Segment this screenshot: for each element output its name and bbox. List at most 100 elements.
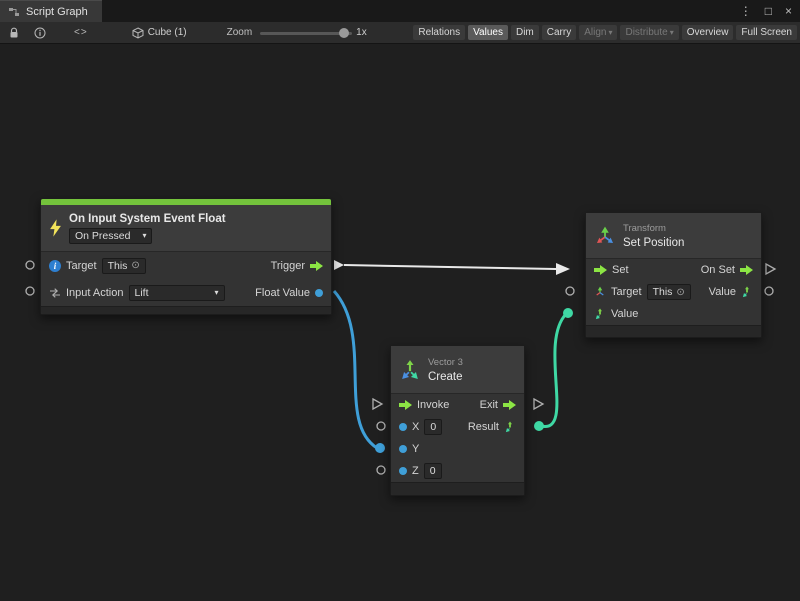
port-row-x-result: X 0 Result	[391, 416, 524, 438]
object-picker-icon: ⊙	[131, 260, 139, 271]
toolbar-button-distribute[interactable]: Distribute ▾	[620, 25, 678, 40]
z-value: 0	[430, 465, 436, 477]
close-icon[interactable]: ×	[785, 4, 792, 18]
event-mode-value: On Pressed	[75, 230, 130, 242]
z-port-dot[interactable]	[399, 467, 407, 475]
node-footer	[586, 325, 761, 337]
input-action-label: Input Action	[66, 287, 124, 299]
vector-value-icon[interactable]	[741, 286, 753, 298]
z-value-box[interactable]: 0	[424, 463, 442, 479]
maximize-icon[interactable]: □	[765, 4, 772, 18]
info-icon[interactable]	[34, 27, 46, 39]
node-header[interactable]: On Input System Event Float On Pressed ▾	[41, 205, 331, 252]
exec-arrow-icon[interactable]	[594, 265, 607, 275]
toolbar-button-values[interactable]: Values	[468, 25, 508, 40]
port-row-set-onset: Set On Set	[586, 259, 761, 281]
code-icon[interactable]: <>	[74, 27, 88, 38]
port-vector3-z-in[interactable]	[377, 466, 385, 474]
lock-icon[interactable]	[8, 27, 20, 39]
onset-label: On Set	[701, 264, 735, 276]
float-value-port-dot[interactable]	[315, 289, 323, 297]
exec-arrow-icon[interactable]	[399, 400, 412, 410]
node-type-label: Vector 3	[428, 357, 463, 368]
exec-arrow-icon[interactable]	[310, 261, 323, 271]
chevron-down-icon: ▾	[142, 231, 146, 240]
graph-target[interactable]: Cube (1)	[132, 27, 187, 39]
exec-arrow-icon[interactable]	[740, 265, 753, 275]
toolbar-button-dim[interactable]: Dim	[511, 25, 539, 40]
target-value: This	[653, 286, 673, 298]
graph-target-label: Cube (1)	[148, 27, 187, 38]
vector-result-icon[interactable]	[504, 421, 516, 433]
toolbar-button-align[interactable]: Align ▾	[579, 25, 617, 40]
port-vector3-exit-out[interactable]	[534, 399, 543, 409]
object-info-icon: i	[49, 260, 61, 272]
graph-toolbar: <> Cube (1) Zoom 1x Relations Values Dim…	[0, 22, 800, 44]
y-port-dot[interactable]	[399, 445, 407, 453]
input-action-value: Lift	[135, 287, 149, 299]
node-type-label: Transform	[623, 223, 684, 234]
port-transform-target-in[interactable]	[566, 287, 574, 295]
event-mode-dropdown[interactable]: On Pressed ▾	[69, 228, 152, 244]
wire-floatvalue-to-y[interactable]	[334, 291, 377, 448]
port-row-z: Z 0	[391, 460, 524, 482]
port-event-trigger-out[interactable]	[334, 260, 344, 270]
x-value: 0	[430, 421, 436, 433]
tab-script-graph[interactable]: Script Graph	[0, 0, 102, 22]
toolbar-button-overview[interactable]: Overview	[682, 25, 734, 40]
exec-arrow-icon[interactable]	[503, 400, 516, 410]
title-bar: Script Graph ⋮ □ ×	[0, 0, 800, 22]
wire-trigger-to-set[interactable]	[344, 265, 556, 269]
port-row-value-in: Value	[586, 303, 761, 325]
node-header[interactable]: Vector 3 Create	[391, 346, 524, 394]
port-vector3-x-in[interactable]	[377, 422, 385, 430]
node-on-input-system-event-float[interactable]: On Input System Event Float On Pressed ▾…	[40, 198, 332, 315]
toolbar-button-fullscreen[interactable]: Full Screen	[736, 25, 797, 40]
toolbar-button-relations[interactable]: Relations	[413, 25, 465, 40]
port-transform-value-in[interactable]	[564, 309, 573, 318]
menu-icon[interactable]: ⋮	[740, 4, 752, 18]
zoom-slider-handle[interactable]	[339, 28, 349, 38]
port-row-invoke-exit: Invoke Exit	[391, 394, 524, 416]
chevron-down-icon: ▾	[608, 28, 612, 37]
wire-trigger-arrowhead	[556, 263, 570, 275]
window-controls: ⋮ □ ×	[740, 0, 800, 22]
node-header[interactable]: Transform Set Position	[586, 213, 761, 259]
value-in-label: Value	[611, 308, 638, 320]
graph-canvas[interactable]: On Input System Event Float On Pressed ▾…	[0, 44, 800, 601]
y-label: Y	[412, 443, 419, 455]
target-label: Target	[611, 286, 642, 298]
set-label: Set	[612, 264, 629, 276]
port-event-target-in[interactable]	[26, 261, 34, 269]
target-value-box[interactable]: This ⊙	[102, 258, 146, 274]
wire-result-to-value[interactable]	[541, 314, 566, 427]
toolbar-button-carry[interactable]: Carry	[542, 25, 576, 40]
transform-mini-icon	[594, 286, 606, 298]
zoom-slider[interactable]	[260, 26, 352, 40]
target-value-box[interactable]: This ⊙	[647, 284, 691, 300]
port-vector3-result-out[interactable]	[535, 422, 544, 431]
port-vector3-y-in[interactable]	[376, 444, 385, 453]
x-port-dot[interactable]	[399, 423, 407, 431]
x-label: X	[412, 421, 419, 433]
vector-value-icon[interactable]	[594, 308, 606, 320]
node-title: Create	[428, 371, 463, 383]
transform-icon	[594, 225, 616, 247]
input-action-dropdown[interactable]: Lift ▾	[129, 285, 225, 301]
cube-icon	[132, 27, 144, 39]
chevron-down-icon: ▾	[670, 28, 674, 37]
port-transform-value-out[interactable]	[765, 287, 773, 295]
x-value-box[interactable]: 0	[424, 419, 442, 435]
invoke-label: Invoke	[417, 399, 449, 411]
node-transform-set-position[interactable]: Transform Set Position Set On Set Targ	[585, 212, 762, 338]
port-vector3-invoke-in[interactable]	[373, 399, 382, 409]
node-title: On Input System Event Float	[69, 213, 226, 225]
port-row-target: i Target This ⊙ Trigger	[41, 252, 331, 279]
tab-title: Script Graph	[26, 6, 88, 18]
object-picker-icon: ⊙	[676, 287, 684, 298]
port-event-action-in[interactable]	[26, 287, 34, 295]
vector3-icon	[399, 359, 421, 381]
node-vector3-create[interactable]: Vector 3 Create Invoke Exit X 0 Result	[390, 345, 525, 496]
port-row-y: Y	[391, 438, 524, 460]
port-transform-onset-out[interactable]	[766, 264, 775, 274]
